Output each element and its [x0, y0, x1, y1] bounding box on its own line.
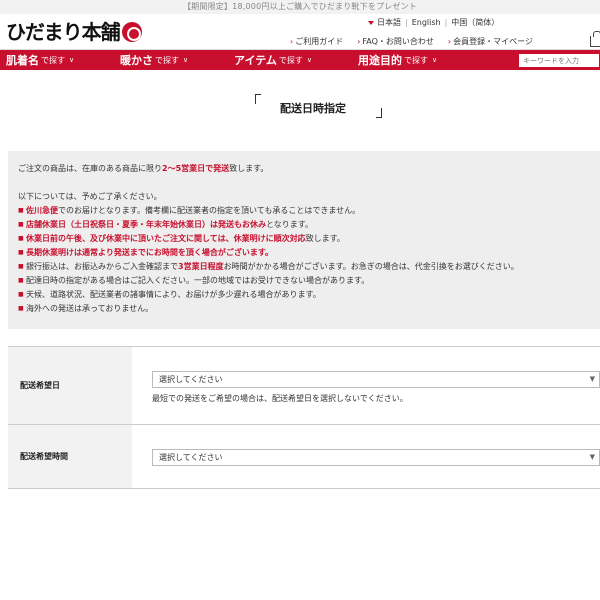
- triangle-icon: [368, 20, 374, 25]
- promo-banner[interactable]: 【期間限定】18,000円以上ご購入でひだまり靴下をプレゼント: [0, 0, 600, 14]
- lang-en[interactable]: English: [412, 18, 441, 27]
- lang-zh[interactable]: 中国（简体）: [451, 17, 499, 28]
- bracket-close-icon: [376, 108, 382, 118]
- nav-item-purpose[interactable]: 用途目的 で探す ∨: [358, 50, 437, 70]
- chevron-right-icon: ›: [290, 37, 294, 46]
- utility-links: › ご利用ガイド › FAQ・お問い合わせ › 会員登録・マイページ: [290, 36, 547, 47]
- chevron-right-icon: ›: [447, 37, 452, 46]
- logo-text: ひだまり本舗: [6, 20, 121, 44]
- chevron-right-icon: ›: [357, 37, 361, 46]
- main-nav: 肌着名 で探す ∨ 暖かさ で探す ∨ アイテム で探す ∨ 用途目的 で探す …: [0, 50, 600, 70]
- lang-ja[interactable]: 日本語: [377, 17, 401, 28]
- delivery-date-hint: 最短での発送をご希望の場合は、配送希望日を選択しないでください。: [152, 394, 408, 403]
- page-title: 配送日時指定: [280, 102, 346, 115]
- delivery-time-label: 配送希望時間: [8, 425, 132, 488]
- delivery-date-label: 配送希望日: [8, 347, 132, 424]
- notice-intro: ご注文の商品は、在庫のある商品に限り2～5営業日で発送致します。: [18, 164, 269, 173]
- chevron-down-icon: ▼: [589, 453, 595, 461]
- list-item: 店舗休業日（土日祝祭日・夏季・年末年始休業日）は発送もお休みとなります。: [18, 218, 590, 232]
- chevron-down-icon: ▼: [589, 375, 595, 383]
- list-item: 配達日時の指定がある場合はご記入ください。一部の地域ではお受けできない場合があり…: [18, 274, 590, 288]
- delivery-time-row: 配送希望時間 選択してください ▼: [8, 425, 600, 489]
- nav-item-item[interactable]: アイテム で探す ∨: [234, 50, 312, 70]
- page-title-area: 配送日時指定: [0, 94, 600, 122]
- list-item: 長期休業明けは通常より発送までにお時間を頂く場合がございます。: [18, 246, 590, 260]
- delivery-date-row: 配送希望日 選択してください ▼ 最短での発送をご希望の場合は、配送希望日を選択…: [8, 347, 600, 425]
- chevron-down-icon: ∨: [69, 56, 75, 64]
- nav-item-warmth[interactable]: 暖かさ で探す ∨: [120, 50, 188, 70]
- bracket-open-icon: [255, 94, 261, 104]
- shipping-notice: ご注文の商品は、在庫のある商品に限り2～5営業日で発送致します。 以下については…: [8, 151, 600, 329]
- list-item: 銀行振込は、お振込みからご入金確認まで3営業日程度お時間がかかる場合がございます…: [18, 260, 590, 274]
- member-link[interactable]: › 会員登録・マイページ: [448, 36, 533, 47]
- list-item: 海外への発送は承っておりません。: [18, 302, 590, 316]
- list-item: 佐川急便でのお届けとなります。備考欄に配送業者の指定を頂いても承ることはできませ…: [18, 204, 590, 218]
- cart-icon[interactable]: [590, 31, 600, 47]
- delivery-time-select[interactable]: 選択してください ▼: [152, 449, 600, 466]
- site-logo[interactable]: ひだまり本舗: [6, 20, 142, 44]
- list-item: 休業日前の午後、及び休業中に頂いたご注文に関しては、休業明けに順次対応致します。: [18, 232, 590, 246]
- list-item: 天候、道路状況、配送業者の諸事情により、お届けが多少遅れる場合があります。: [18, 288, 590, 302]
- faq-link[interactable]: › FAQ・お問い合わせ: [357, 36, 434, 47]
- language-switcher: 日本語 | English | 中国（简体）: [368, 17, 499, 28]
- notice-list: 佐川急便でのお届けとなります。備考欄に配送業者の指定を頂いても承ることはできませ…: [18, 204, 590, 316]
- chevron-down-icon: ∨: [306, 56, 313, 64]
- chevron-down-icon: ∨: [432, 56, 438, 64]
- chevron-down-icon: ∨: [183, 56, 189, 64]
- notice-lead: 以下については、予めご了承ください。: [18, 192, 162, 201]
- delivery-form: 配送希望日 選択してください ▼ 最短での発送をご希望の場合は、配送希望日を選択…: [8, 346, 600, 489]
- logo-seal-icon: [121, 22, 142, 42]
- search-input[interactable]: [519, 54, 599, 67]
- nav-item-underwear[interactable]: 肌着名 で探す ∨: [6, 50, 74, 70]
- site-header: ひだまり本舗 日本語 | English | 中国（简体） › ご利用ガイド ›…: [0, 14, 600, 50]
- delivery-date-select[interactable]: 選択してください ▼: [152, 371, 600, 388]
- guide-link[interactable]: › ご利用ガイド: [290, 36, 343, 47]
